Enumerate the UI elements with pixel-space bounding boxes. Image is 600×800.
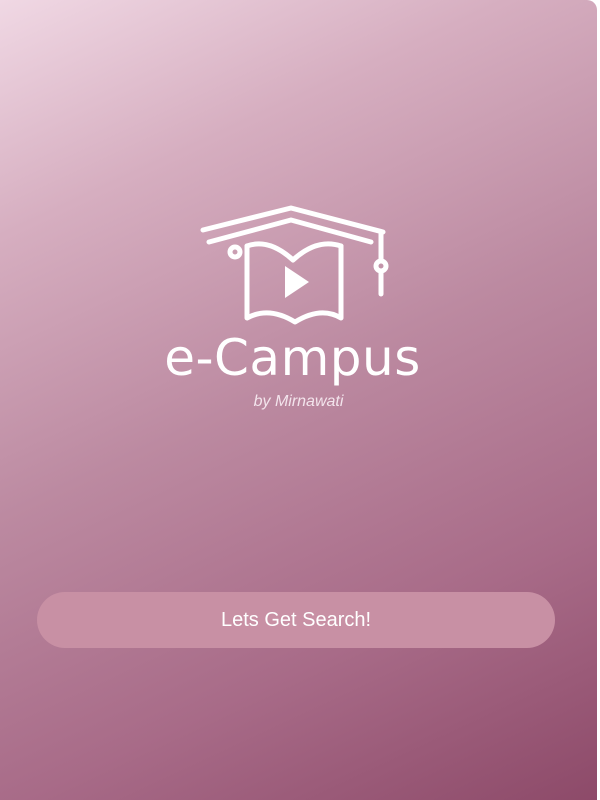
splash-screen: e-Campus by Mirnawati Lets Get Search! — [0, 0, 597, 800]
graduation-cap-book-logo-icon — [200, 205, 389, 325]
app-name: e-Campus — [164, 329, 421, 387]
get-search-button[interactable]: Lets Get Search! — [37, 592, 555, 648]
app-byline: by Mirnawati — [253, 393, 344, 410]
